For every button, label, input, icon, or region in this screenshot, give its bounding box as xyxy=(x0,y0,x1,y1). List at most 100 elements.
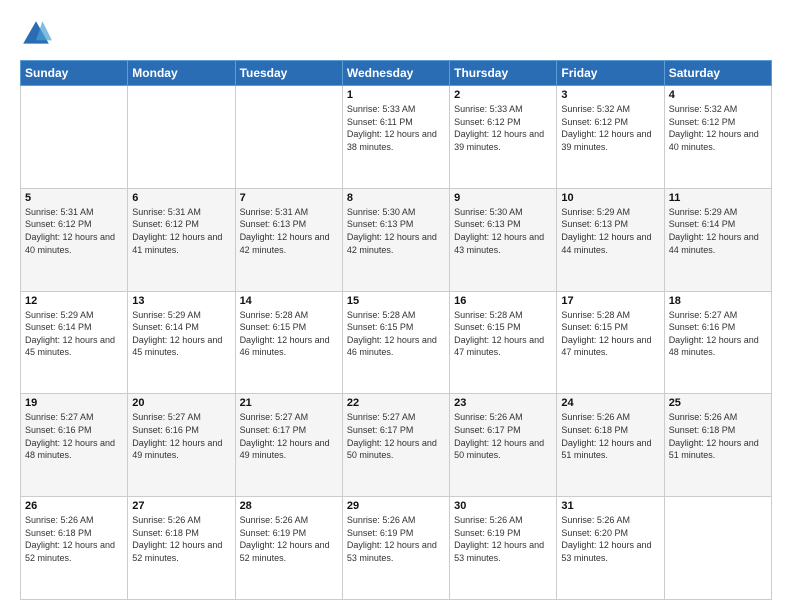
calendar-day-3: 3 Sunrise: 5:32 AMSunset: 6:12 PMDaylight… xyxy=(557,86,664,189)
day-header-friday: Friday xyxy=(557,61,664,86)
calendar-day-30: 30Sunrise: 5:26 AMSunset: 6:19 PMDayligh… xyxy=(450,497,557,600)
day-info: Sunrise: 5:31 AMSunset: 6:12 PMDaylight:… xyxy=(132,206,230,256)
day-header-saturday: Saturday xyxy=(664,61,771,86)
calendar-day-12: 12 Sunrise: 5:29 AMSunset: 6:14 PMDayligh… xyxy=(21,291,128,394)
calendar-day-16: 16 Sunrise: 5:28 AMSunset: 6:15 PMDayligh… xyxy=(450,291,557,394)
day-info: Sunrise: 5:27 AMSunset: 6:17 PMDaylight:… xyxy=(347,411,445,461)
calendar-day-8: 8 Sunrise: 5:30 AMSunset: 6:13 PMDaylight… xyxy=(342,188,449,291)
calendar-empty xyxy=(21,86,128,189)
calendar-day-29: 29 Sunrise: 5:26 AMSunset: 6:19 PMDayligh… xyxy=(342,497,449,600)
day-number: 4 xyxy=(669,89,767,101)
day-header-sunday: Sunday xyxy=(21,61,128,86)
day-number: 22 xyxy=(347,397,445,409)
calendar-empty xyxy=(664,497,771,600)
day-number: 18 xyxy=(669,295,767,307)
day-info: Sunrise: 5:33 AMSunset: 6:11 PMDaylight:… xyxy=(347,103,445,153)
calendar-day-20: 20 Sunrise: 5:27 AMSunset: 6:16 PMDayligh… xyxy=(128,394,235,497)
calendar-empty xyxy=(128,86,235,189)
calendar-day-22: 22 Sunrise: 5:27 AMSunset: 6:17 PMDayligh… xyxy=(342,394,449,497)
day-info: Sunrise: 5:27 AMSunset: 6:16 PMDaylight:… xyxy=(132,411,230,461)
header xyxy=(20,18,772,50)
day-number: 13 xyxy=(132,295,230,307)
day-number: 23 xyxy=(454,397,552,409)
calendar-day-13: 13 Sunrise: 5:29 AMSunset: 6:14 PMDayligh… xyxy=(128,291,235,394)
day-info: Sunrise: 5:32 AMSunset: 6:12 PMDaylight:… xyxy=(669,103,767,153)
day-number: 1 xyxy=(347,89,445,101)
day-number: 30 xyxy=(454,500,552,512)
day-number: 20 xyxy=(132,397,230,409)
day-number: 12 xyxy=(25,295,123,307)
calendar-day-19: 19 Sunrise: 5:27 AMSunset: 6:16 PMDayligh… xyxy=(21,394,128,497)
day-info: Sunrise: 5:29 AMSunset: 6:13 PMDaylight:… xyxy=(561,206,659,256)
calendar-day-2: 2 Sunrise: 5:33 AMSunset: 6:12 PMDaylight… xyxy=(450,86,557,189)
calendar-week-0: 1 Sunrise: 5:33 AMSunset: 6:11 PMDaylight… xyxy=(21,86,772,189)
calendar-week-1: 5 Sunrise: 5:31 AMSunset: 6:12 PMDaylight… xyxy=(21,188,772,291)
day-info: Sunrise: 5:28 AMSunset: 6:15 PMDaylight:… xyxy=(454,309,552,359)
calendar-day-4: 4 Sunrise: 5:32 AMSunset: 6:12 PMDaylight… xyxy=(664,86,771,189)
calendar-day-18: 18Sunrise: 5:27 AMSunset: 6:16 PMDayligh… xyxy=(664,291,771,394)
day-number: 9 xyxy=(454,192,552,204)
day-info: Sunrise: 5:32 AMSunset: 6:12 PMDaylight:… xyxy=(561,103,659,153)
day-info: Sunrise: 5:31 AMSunset: 6:13 PMDaylight:… xyxy=(240,206,338,256)
day-info: Sunrise: 5:28 AMSunset: 6:15 PMDaylight:… xyxy=(561,309,659,359)
calendar-week-2: 12 Sunrise: 5:29 AMSunset: 6:14 PMDayligh… xyxy=(21,291,772,394)
day-info: Sunrise: 5:26 AMSunset: 6:18 PMDaylight:… xyxy=(669,411,767,461)
day-info: Sunrise: 5:28 AMSunset: 6:15 PMDaylight:… xyxy=(347,309,445,359)
day-info: Sunrise: 5:26 AMSunset: 6:20 PMDaylight:… xyxy=(561,514,659,564)
day-number: 11 xyxy=(669,192,767,204)
day-number: 7 xyxy=(240,192,338,204)
day-info: Sunrise: 5:26 AMSunset: 6:18 PMDaylight:… xyxy=(25,514,123,564)
day-number: 29 xyxy=(347,500,445,512)
day-number: 28 xyxy=(240,500,338,512)
day-header-thursday: Thursday xyxy=(450,61,557,86)
calendar-day-7: 7 Sunrise: 5:31 AMSunset: 6:13 PMDaylight… xyxy=(235,188,342,291)
day-header-wednesday: Wednesday xyxy=(342,61,449,86)
calendar-day-24: 24Sunrise: 5:26 AMSunset: 6:18 PMDayligh… xyxy=(557,394,664,497)
day-number: 19 xyxy=(25,397,123,409)
calendar-day-25: 25 Sunrise: 5:26 AMSunset: 6:18 PMDayligh… xyxy=(664,394,771,497)
day-number: 25 xyxy=(669,397,767,409)
day-number: 6 xyxy=(132,192,230,204)
day-number: 26 xyxy=(25,500,123,512)
page: SundayMondayTuesdayWednesdayThursdayFrid… xyxy=(0,0,792,612)
calendar-day-10: 10 Sunrise: 5:29 AMSunset: 6:13 PMDayligh… xyxy=(557,188,664,291)
day-number: 10 xyxy=(561,192,659,204)
day-info: Sunrise: 5:29 AMSunset: 6:14 PMDaylight:… xyxy=(132,309,230,359)
calendar-week-3: 19 Sunrise: 5:27 AMSunset: 6:16 PMDayligh… xyxy=(21,394,772,497)
logo-icon xyxy=(20,18,52,50)
day-info: Sunrise: 5:26 AMSunset: 6:19 PMDaylight:… xyxy=(240,514,338,564)
day-header-monday: Monday xyxy=(128,61,235,86)
day-number: 8 xyxy=(347,192,445,204)
calendar-day-26: 26 Sunrise: 5:26 AMSunset: 6:18 PMDayligh… xyxy=(21,497,128,600)
day-number: 17 xyxy=(561,295,659,307)
day-number: 15 xyxy=(347,295,445,307)
logo xyxy=(20,18,56,50)
calendar-day-23: 23Sunrise: 5:26 AMSunset: 6:17 PMDayligh… xyxy=(450,394,557,497)
day-header-tuesday: Tuesday xyxy=(235,61,342,86)
day-info: Sunrise: 5:26 AMSunset: 6:19 PMDaylight:… xyxy=(347,514,445,564)
day-number: 2 xyxy=(454,89,552,101)
day-number: 5 xyxy=(25,192,123,204)
calendar-day-9: 9 Sunrise: 5:30 AMSunset: 6:13 PMDaylight… xyxy=(450,188,557,291)
calendar-day-14: 14Sunrise: 5:28 AMSunset: 6:15 PMDayligh… xyxy=(235,291,342,394)
day-info: Sunrise: 5:26 AMSunset: 6:18 PMDaylight:… xyxy=(561,411,659,461)
day-number: 3 xyxy=(561,89,659,101)
day-info: Sunrise: 5:33 AMSunset: 6:12 PMDaylight:… xyxy=(454,103,552,153)
calendar-day-1: 1 Sunrise: 5:33 AMSunset: 6:11 PMDaylight… xyxy=(342,86,449,189)
day-number: 31 xyxy=(561,500,659,512)
day-number: 14 xyxy=(240,295,338,307)
calendar-day-21: 21Sunrise: 5:27 AMSunset: 6:17 PMDayligh… xyxy=(235,394,342,497)
calendar-header-row: SundayMondayTuesdayWednesdayThursdayFrid… xyxy=(21,61,772,86)
day-number: 16 xyxy=(454,295,552,307)
calendar-day-28: 28 Sunrise: 5:26 AMSunset: 6:19 PMDayligh… xyxy=(235,497,342,600)
day-info: Sunrise: 5:30 AMSunset: 6:13 PMDaylight:… xyxy=(347,206,445,256)
calendar-day-11: 11Sunrise: 5:29 AMSunset: 6:14 PMDayligh… xyxy=(664,188,771,291)
calendar-week-4: 26 Sunrise: 5:26 AMSunset: 6:18 PMDayligh… xyxy=(21,497,772,600)
day-info: Sunrise: 5:30 AMSunset: 6:13 PMDaylight:… xyxy=(454,206,552,256)
calendar-day-31: 31 Sunrise: 5:26 AMSunset: 6:20 PMDayligh… xyxy=(557,497,664,600)
day-info: Sunrise: 5:27 AMSunset: 6:16 PMDaylight:… xyxy=(25,411,123,461)
calendar-day-17: 17 Sunrise: 5:28 AMSunset: 6:15 PMDayligh… xyxy=(557,291,664,394)
calendar-day-27: 27Sunrise: 5:26 AMSunset: 6:18 PMDayligh… xyxy=(128,497,235,600)
calendar-day-6: 6 Sunrise: 5:31 AMSunset: 6:12 PMDaylight… xyxy=(128,188,235,291)
day-info: Sunrise: 5:29 AMSunset: 6:14 PMDaylight:… xyxy=(25,309,123,359)
